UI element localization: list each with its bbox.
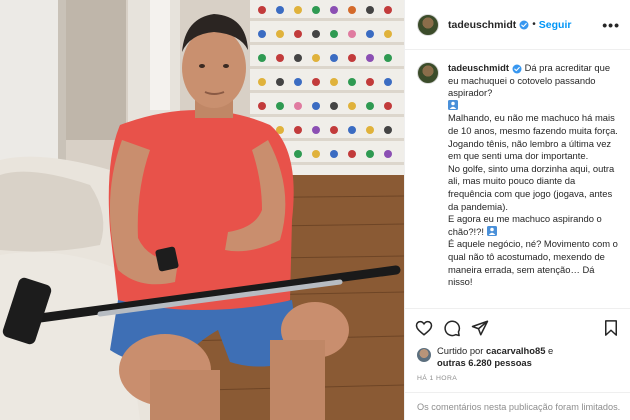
- caption-line-4: No golfe, sinto uma dorzinha aqui, outra…: [448, 162, 617, 212]
- caption-username[interactable]: tadeuschmidt: [448, 62, 509, 73]
- likes-summary: Curtido por cacarvalho85 e outras 6.280 …: [405, 337, 630, 369]
- person-emoji-icon: [448, 99, 458, 110]
- liked-by-others-link[interactable]: outras 6.280 pessoas: [437, 357, 532, 368]
- caption-avatar[interactable]: [417, 62, 439, 84]
- separator-dot: •: [532, 19, 536, 30]
- caption-text: tadeuschmidt Dá pra acreditar que eu mac…: [448, 62, 620, 289]
- person-emoji-icon: [486, 225, 497, 236]
- bookmark-icon[interactable]: [602, 319, 620, 337]
- username-link[interactable]: tadeuschmidt: [448, 19, 516, 31]
- share-icon[interactable]: [471, 319, 489, 337]
- post-timestamp[interactable]: HÁ 1 HORA: [405, 369, 630, 382]
- post-photo[interactable]: [0, 0, 404, 420]
- caption-line-3: Jogando tênis, não lembro a última vez e…: [448, 137, 614, 162]
- verified-badge-icon: [519, 20, 529, 29]
- liked-by-conj: e: [548, 345, 554, 356]
- post-actions: Curtido por cacarvalho85 e outras 6.280 …: [405, 308, 630, 420]
- liked-by-prefix: Curtido por: [437, 345, 484, 356]
- post-header: tadeuschmidt • Seguir •••: [405, 0, 630, 50]
- comment-icon[interactable]: [443, 319, 461, 337]
- more-options-button[interactable]: •••: [602, 17, 620, 33]
- action-icons: [405, 309, 630, 337]
- heart-icon[interactable]: [415, 319, 433, 337]
- caption-line-5: E agora eu me machuco aspirando o chão?!…: [448, 213, 605, 237]
- avatar[interactable]: [417, 13, 439, 36]
- liker-avatar[interactable]: [417, 348, 431, 362]
- comments-limited-notice: Os comentários nesta publicação foram li…: [405, 392, 630, 420]
- caption-line-6: É aquele negócio, né? Movimento com o qu…: [448, 238, 621, 288]
- follow-button[interactable]: Seguir: [539, 19, 572, 31]
- caption-block: tadeuschmidt Dá pra acreditar que eu mac…: [417, 62, 622, 289]
- caption-line-2: Malhando, eu não me machuco há mais de 1…: [448, 112, 618, 136]
- photo-scene: [0, 0, 404, 420]
- liked-by-user-link[interactable]: cacarvalho85: [486, 345, 545, 356]
- post-sidebar: tadeuschmidt • Seguir ••• tadeuschmidt D…: [404, 0, 630, 420]
- verified-badge-icon: [512, 64, 522, 74]
